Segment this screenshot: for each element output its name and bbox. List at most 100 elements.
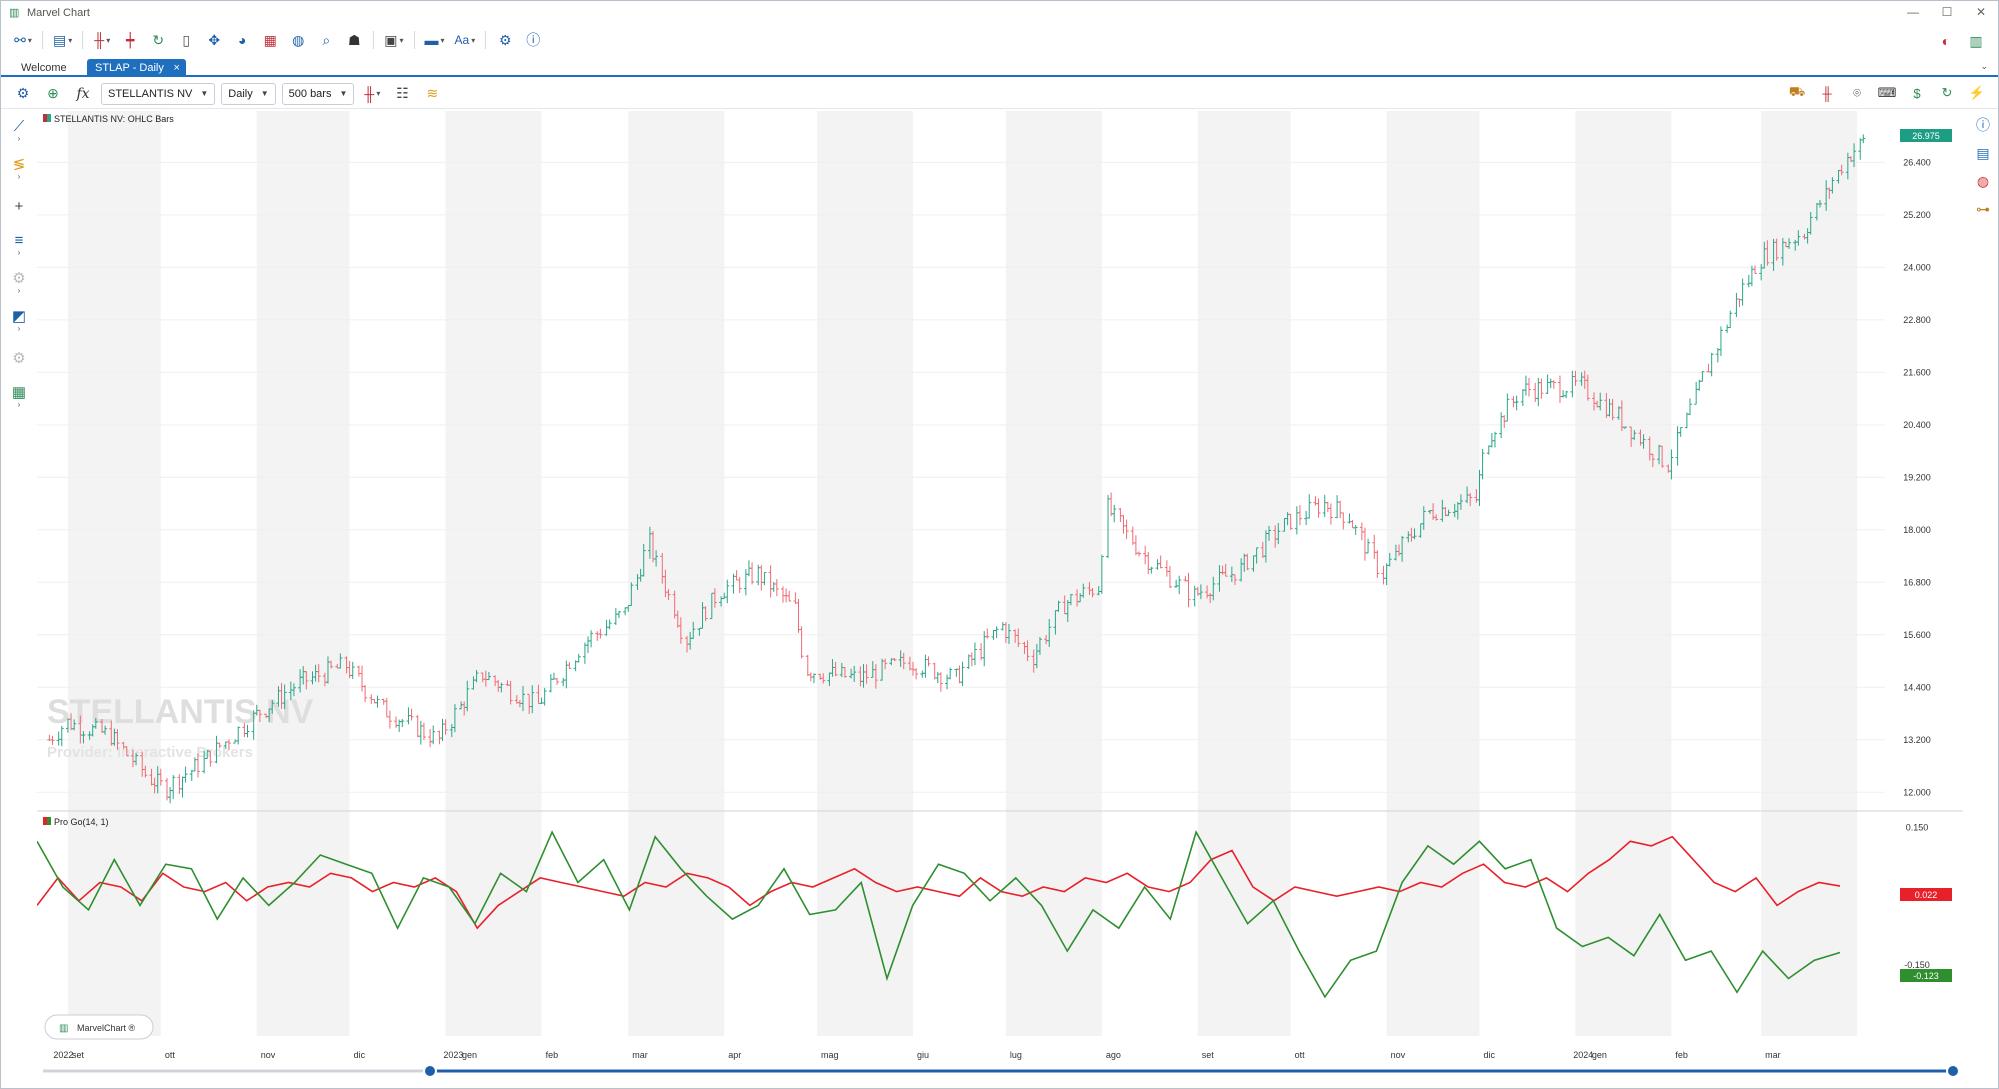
color-button[interactable]: ▬ ▾: [422, 28, 448, 52]
flash-button[interactable]: ⚡: [1966, 81, 1988, 105]
user-button[interactable]: ☗: [342, 28, 366, 52]
chart-area[interactable]: STELLANTIS NV Provider: Interactive Brok…: [36, 111, 1963, 1078]
red-line-marker: 0.022: [1900, 888, 1952, 901]
time-tick-label: set: [1202, 1050, 1215, 1060]
toolbar-divider: [82, 31, 84, 49]
refresh-button[interactable]: ↻: [1936, 81, 1958, 105]
chevron-down-icon: ▾: [376, 89, 381, 98]
scrollbar-left-handle[interactable]: [423, 1064, 437, 1078]
move-icon: ✥: [208, 31, 221, 48]
price-tick-label: 12.000: [1903, 787, 1931, 797]
marvelchart-badge[interactable]: ▥ MarvelChart ®: [44, 1014, 154, 1040]
trendline-tool[interactable]: ⟋ ›: [1, 111, 37, 149]
indicator-tick-label: -0.150: [1904, 960, 1930, 970]
gear-icon: ⚙: [16, 85, 30, 101]
chevron-down-icon: ▼: [339, 89, 348, 98]
grid-tool[interactable]: ▦ ›: [1, 377, 37, 415]
tool-settings[interactable]: ⚙ ›: [1, 263, 37, 301]
indicator-color-swatch: [43, 817, 47, 825]
bar-style-button[interactable]: ╫ ▾: [360, 82, 384, 106]
layout-button[interactable]: ▤ ▾: [50, 28, 75, 52]
globe-panel-button[interactable]: ◍: [1968, 167, 1998, 195]
scrollbar[interactable]: [43, 1064, 1960, 1078]
window-button[interactable]: ▣ ▾: [381, 28, 406, 52]
shapes-tool[interactable]: ◩ ›: [1, 301, 37, 339]
tree-panel-button[interactable]: ⊶: [1968, 195, 1998, 223]
time-tick-label: nov: [1391, 1050, 1406, 1060]
month-shade-band: [1197, 111, 1291, 1036]
calendar-button[interactable]: ▦: [258, 28, 282, 52]
database-button[interactable]: ≋: [420, 82, 444, 106]
timeframe-select[interactable]: Daily ▼: [221, 82, 276, 105]
time-axis: 2022set ott nov dic 2023gen feb mar apr mag giu lu…: [53, 1050, 1780, 1060]
ohlc-bars-icon: ╫: [364, 85, 375, 102]
chart-settings-button[interactable]: ⚙: [11, 82, 35, 106]
chart-toolbar: ⚙ ⊕ fx STELLANTIS NV ▼ Daily ▼ 500 bars ▼ ╫…: [1, 79, 1998, 109]
scrollbar-right-handle[interactable]: [1946, 1064, 1960, 1078]
price-tick-label: 20.400: [1903, 420, 1931, 430]
orders-button[interactable]: ⛟: [1786, 81, 1808, 105]
font-button[interactable]: Aa ▾: [452, 28, 479, 52]
close-tab-icon[interactable]: ×: [173, 59, 179, 77]
object-settings[interactable]: ⚙: [1, 339, 37, 377]
chevron-right-icon: ›: [17, 133, 21, 143]
symbol-select[interactable]: STELLANTIS NV ▼: [101, 82, 216, 105]
bars-value: 500 bars: [288, 87, 332, 100]
dom-icon: ╫: [1822, 85, 1832, 101]
mouse-button[interactable]: ⌾: [1846, 81, 1868, 105]
grid-icon: ▦: [11, 384, 27, 401]
marvel-button[interactable]: ▥: [1964, 29, 1988, 53]
timeframe-value: Daily: [228, 87, 253, 100]
tab-stlap-daily[interactable]: STLAP - Daily ×: [87, 59, 186, 77]
watermark-title: STELLANTIS NV: [47, 693, 314, 731]
price-tick-label: 14.400: [1903, 682, 1931, 692]
chart-canvas[interactable]: STELLANTIS NV Provider: Interactive Brok…: [36, 111, 1963, 1078]
money-button[interactable]: $: [1906, 81, 1928, 105]
chevron-down-icon: ▾: [106, 35, 111, 45]
fibonacci-tool[interactable]: ≶ ›: [1, 149, 37, 187]
watermark-provider: Provider: Interactive Brokers: [47, 744, 253, 761]
bars-select[interactable]: 500 bars ▼: [281, 82, 355, 105]
time-tick-label: dic: [1483, 1050, 1495, 1060]
month-shade-band: [1761, 111, 1858, 1036]
formula-button[interactable]: fx: [71, 82, 95, 106]
info-panel-button[interactable]: ⓘ: [1968, 111, 1998, 139]
candles-icon: ┿: [126, 31, 135, 48]
network-button[interactable]: ⚯ ▾: [11, 28, 35, 52]
close-window-button[interactable]: ✕: [1964, 1, 1998, 25]
keyboard-button[interactable]: ⌨: [1876, 81, 1898, 105]
indicator-settings-button[interactable]: ☷: [390, 82, 414, 106]
document-button[interactable]: ▯: [174, 28, 198, 52]
function-icon: fx: [76, 85, 90, 102]
color-bar-icon: ▬: [424, 32, 439, 48]
info-icon: ⓘ: [526, 32, 541, 48]
marvelchart-icon: ▥: [1969, 32, 1983, 49]
time-tick-label: 2022: [53, 1050, 73, 1060]
move-button[interactable]: ✥: [202, 28, 226, 52]
dom-button[interactable]: ╫: [1816, 81, 1838, 105]
search-scan-button[interactable]: ⌕: [314, 28, 338, 52]
account-button[interactable]: ◐: [1934, 29, 1958, 53]
info-button[interactable]: ⓘ: [521, 28, 545, 52]
history-button[interactable]: ↻: [146, 28, 170, 52]
compare-button[interactable]: ┿: [118, 28, 142, 52]
time-tick-label: gen: [1592, 1050, 1607, 1060]
crosshair-tool[interactable]: +: [1, 187, 37, 225]
settings-button[interactable]: ⚙: [493, 28, 517, 52]
tab-list-chevron-icon[interactable]: ⌄: [1980, 61, 1988, 72]
chevron-down-icon: ▼: [260, 89, 269, 98]
tab-welcome[interactable]: Welcome: [13, 59, 75, 77]
tree-icon: ⊶: [1976, 200, 1990, 217]
title-bar: ▥ Marvel Chart — ☐ ✕: [1, 1, 1998, 25]
font-size-icon: Aa: [454, 33, 470, 47]
maximize-button[interactable]: ☐: [1930, 1, 1964, 25]
chart-type-button[interactable]: ╫ ▾: [90, 28, 114, 52]
add-button[interactable]: ⊕: [41, 82, 65, 106]
pie-button[interactable]: ◕: [230, 28, 254, 52]
notes-panel-button[interactable]: ▤: [1968, 139, 1998, 167]
pattern-tool[interactable]: ≡ ›: [1, 225, 37, 263]
info-icon: ⓘ: [1976, 117, 1990, 133]
globe-button[interactable]: ◍: [286, 28, 310, 52]
minimize-button[interactable]: —: [1896, 1, 1930, 25]
price-tick-label: 13.200: [1903, 735, 1931, 745]
